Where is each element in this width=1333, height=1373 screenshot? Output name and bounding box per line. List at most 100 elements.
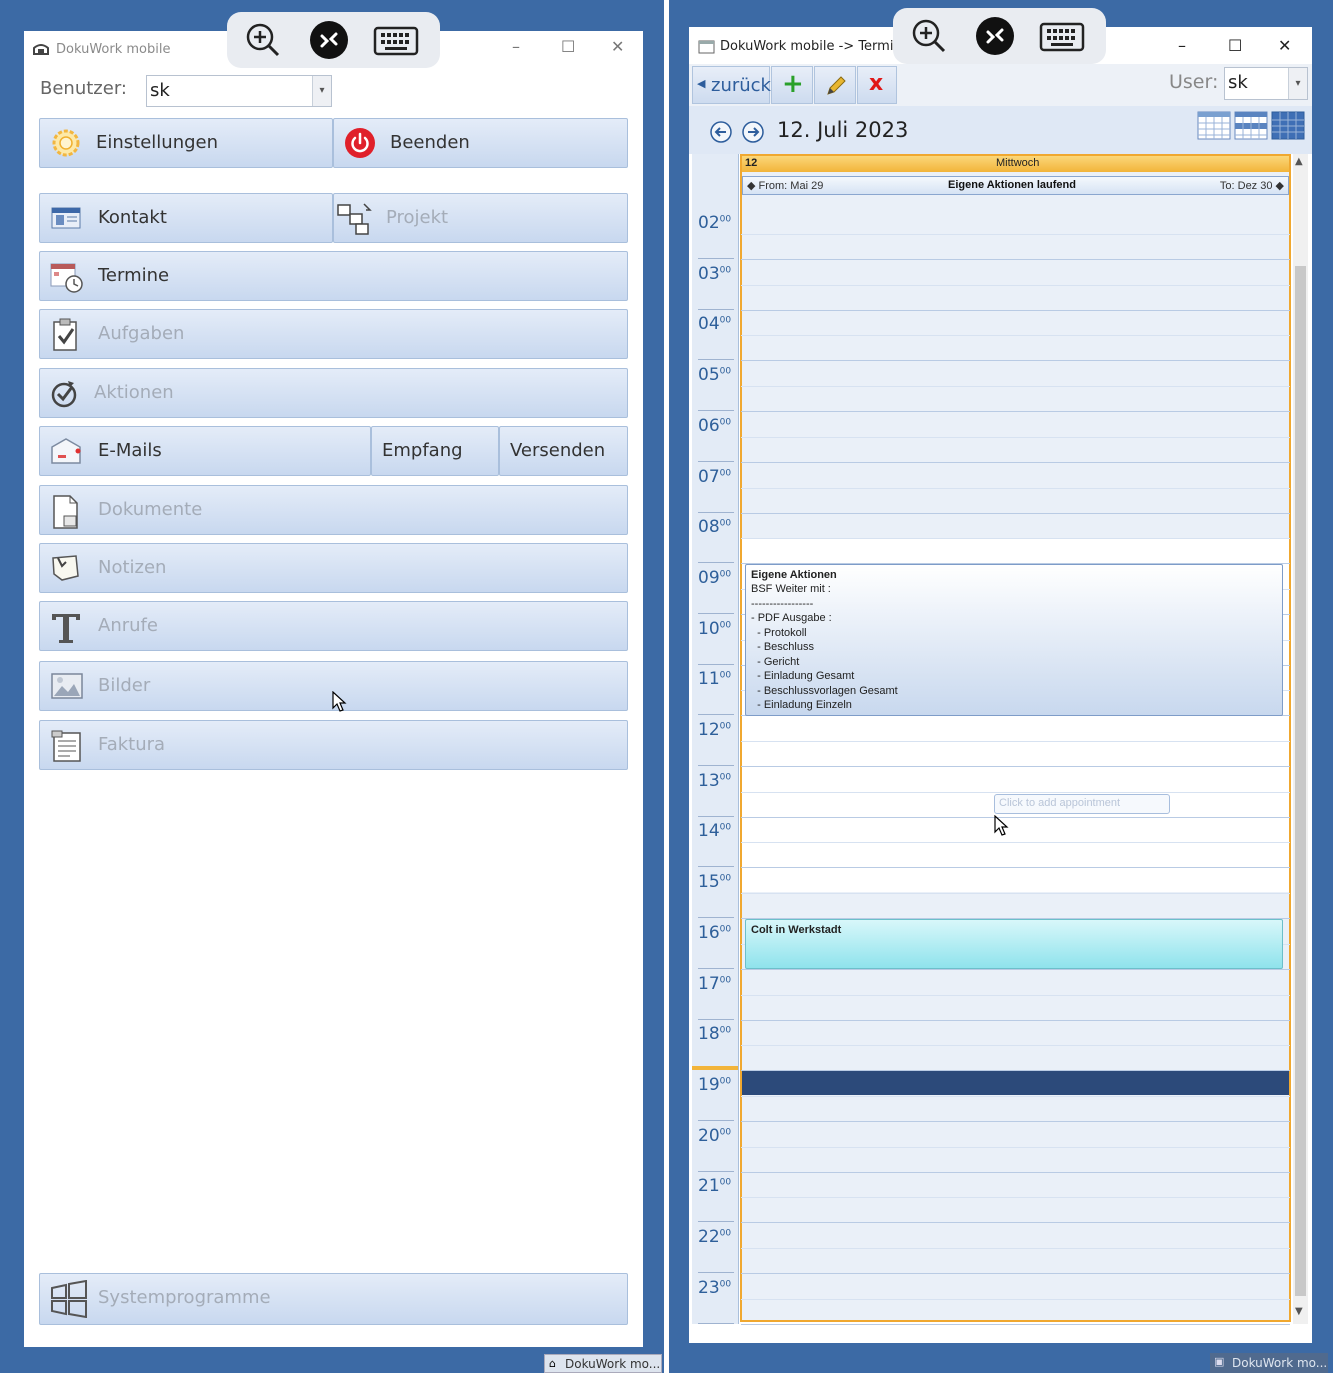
add-symbol: + [782,69,804,99]
actions-button[interactable]: Aktionen [39,368,628,418]
project-button[interactable]: Projekt [333,193,628,243]
hour-number: 22 [698,1227,720,1247]
scroll-down-icon[interactable]: ▼ [1295,1306,1303,1317]
back-button[interactable]: ◀ zurück [692,66,771,104]
zoom-in-icon[interactable] [243,20,283,60]
half-hour-gridline [741,488,1290,489]
hour-minutes: 00 [719,873,732,884]
back-arrow-icon[interactable] [709,120,733,148]
appointments-close-button[interactable]: ✕ [1278,36,1291,55]
hour-minutes: 00 [719,620,732,631]
keyboard-right-icon[interactable] [1039,16,1087,56]
hour-number: 08 [698,517,720,537]
user-select[interactable]: sk ▾ [146,75,332,107]
month-view-icon[interactable] [1271,110,1305,144]
settings-button[interactable]: Einstellungen [39,118,333,168]
hour-label: 0200 [698,213,731,233]
hour-number: 04 [698,314,720,334]
send-button[interactable]: Versenden [499,426,628,476]
notes-icon [50,552,82,584]
hour-gridline [741,1121,1290,1122]
remote-desktop-icon[interactable] [309,20,349,60]
scrollbar-thumb[interactable] [1295,266,1306,1296]
hour-label: 1800 [698,1024,731,1044]
day-view-icon[interactable] [1197,110,1231,144]
documents-button-label: Dokumente [98,499,203,520]
appointments-maximize-button[interactable]: ☐ [1228,36,1242,55]
remote-toolbar-left [227,12,440,68]
emails-button[interactable]: E-Mails [39,426,371,476]
add-button[interactable]: + [771,66,813,104]
appointment-line: - PDF Ausgabe : [751,612,832,624]
system-programs-button[interactable]: Systemprogramme [39,1273,628,1325]
delete-button[interactable]: x [857,66,897,104]
hour-tick [698,258,734,259]
appointment-line: - Beschluss [751,641,814,653]
week-view-icon[interactable] [1234,110,1268,144]
invoice-icon [50,729,82,762]
hour-label: 0700 [698,467,731,487]
click-to-add-appointment-hint[interactable]: Click to add appointment [994,794,1170,814]
quit-button[interactable]: Beenden [333,118,628,168]
vertical-scrollbar[interactable]: ▲ ▼ [1293,154,1308,1324]
tasks-button[interactable]: Aufgaben [39,309,628,359]
contact-button[interactable]: Kontakt [39,193,333,243]
hour-tick [698,461,734,462]
taskbar-item-right[interactable]: ▣ DokuWork mo... [1210,1353,1328,1373]
half-hour-gridline [741,1045,1290,1046]
appointment-line: - Einladung Gesamt [751,670,855,682]
right-user-select[interactable]: sk ▾ [1224,67,1308,100]
appointment-own-actions-title: Eigene Aktionen [751,569,837,581]
appointment-line: - Einladung Einzeln [751,699,852,711]
hour-number: 06 [698,416,720,436]
hour-label: 1900 [698,1075,731,1095]
forward-arrow-icon[interactable] [741,120,765,148]
half-hour-gridline [741,1248,1290,1249]
calls-button[interactable]: Anrufe [39,601,628,651]
appointment-line: - Protokoll [751,626,807,639]
project-icon [336,202,372,235]
hour-gridline [741,360,1290,361]
zoom-in-right-icon[interactable] [909,16,949,56]
appointments-button-label: Termine [98,265,170,286]
hour-label: 1000 [698,619,731,639]
appointments-app-icon [698,39,716,59]
hour-tick [698,309,734,310]
hour-number: 10 [698,619,720,639]
appointment-own-actions[interactable]: Eigene Aktionen BSF Weiter mit : --------… [745,564,1283,716]
appointment-colt-workshop[interactable]: Colt in Werkstadt [745,919,1283,969]
hour-minutes: 00 [719,1025,732,1036]
selected-time-slot[interactable] [742,1071,1289,1095]
remote-desktop-right-icon[interactable] [975,16,1015,56]
invoicing-button[interactable]: Faktura [39,720,628,770]
hour-gridline [741,1324,1290,1325]
half-hour-gridline [741,285,1290,286]
receive-button[interactable]: Empfang [371,426,499,476]
taskbar-item-left[interactable]: ⌂ DokuWork mo... [544,1354,662,1373]
close-button[interactable]: ✕ [611,37,624,56]
hour-label: 0900 [698,568,731,588]
maximize-button[interactable]: ☐ [561,37,575,56]
back-arrow-small-icon: ◀ [697,77,706,90]
hour-number: 17 [698,974,720,994]
appointments-button[interactable]: Termine [39,251,628,301]
ongoing-events-bar[interactable]: ◆ From: Mai 29 Eigene Aktionen laufend T… [742,176,1289,195]
half-hour-gridline [741,386,1290,387]
mouse-cursor-right-icon [994,814,1010,841]
current-date: 12. Juli 2023 [777,118,909,142]
hour-number: 05 [698,365,720,385]
hour-minutes: 00 [719,569,732,580]
app-logo-icon [32,41,50,60]
hour-minutes: 00 [719,822,732,833]
hour-tick [698,359,734,360]
keyboard-icon[interactable] [373,20,421,60]
hour-label: 1500 [698,872,731,892]
notes-button[interactable]: Notizen [39,543,628,593]
scroll-up-icon[interactable]: ▲ [1295,156,1303,167]
appointments-minimize-button[interactable]: – [1178,36,1186,55]
edit-button[interactable] [814,66,856,104]
click-to-add-appointment-label: Click to add appointment [999,797,1121,809]
minimize-button[interactable]: – [512,37,520,56]
documents-button[interactable]: Dokumente [39,485,628,535]
hour-tick [698,613,734,614]
